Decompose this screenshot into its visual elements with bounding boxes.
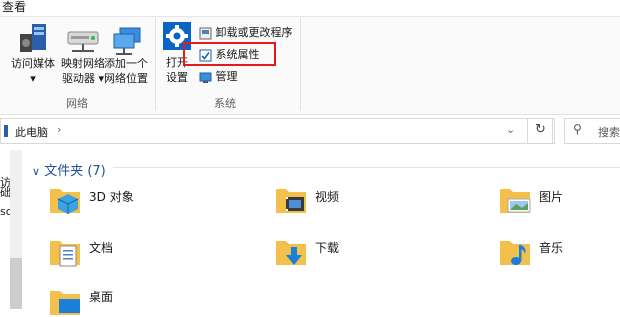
folder-label: 图片 — [539, 190, 564, 204]
folder-label: 3D 对象 — [89, 190, 134, 204]
folder-music[interactable]: 音乐 — [498, 235, 620, 275]
manage-icon — [199, 72, 212, 83]
ribbon-tab-row: 查看 — [0, 0, 620, 17]
map-drive-label-2: 驱动器 ▾ — [61, 72, 105, 85]
documents-icon — [50, 241, 80, 267]
map-network-drive-button[interactable]: 映射网络 驱动器 ▾ — [58, 22, 108, 88]
breadcrumb-pc[interactable]: 此电脑 — [15, 124, 48, 140]
uninstall-icon — [199, 27, 212, 39]
search-placeholder: 搜索 — [598, 126, 620, 139]
network-drive-icon — [67, 31, 99, 52]
add-location-label-1: 添加一个 — [104, 57, 148, 70]
section-header[interactable]: ∨ 文件夹 (7) — [32, 160, 106, 179]
video-icon — [276, 189, 306, 213]
folder-3d-objects[interactable]: 3D 对象 — [48, 183, 208, 223]
refresh-button[interactable]: ↻ — [527, 118, 553, 144]
refresh-icon: ↻ — [535, 122, 546, 137]
folder-desktop[interactable]: 桌面 — [48, 285, 208, 315]
pictures-icon — [500, 189, 531, 213]
manage-button[interactable]: 管理 — [199, 68, 238, 85]
access-media-arrow: ▾ — [30, 72, 36, 85]
address-dropdown-icon[interactable]: ⌄ — [506, 123, 515, 136]
access-media-label: 访问媒体 — [11, 57, 55, 70]
add-network-location-button[interactable]: 添加一个 网络位置 — [102, 22, 150, 88]
add-location-label-2: 网络位置 — [104, 72, 148, 85]
uninstall-label: 卸载或更改程序 — [215, 26, 293, 39]
nav-scrollbar-thumb[interactable] — [10, 258, 22, 309]
network-location-icon — [113, 27, 141, 55]
collapse-chevron-icon: ∨ — [32, 165, 41, 178]
desktop-icon — [50, 291, 80, 315]
tab-view[interactable]: 查看 — [2, 0, 26, 15]
music-icon — [500, 241, 530, 265]
search-box[interactable]: ⚲ 搜索 — [564, 118, 620, 144]
folder-label: 桌面 — [89, 290, 114, 304]
open-settings-label-2: 设置 — [166, 71, 188, 84]
folder-videos[interactable]: 视频 — [274, 183, 434, 223]
group-separator — [155, 18, 156, 110]
uninstall-program-button[interactable]: 卸载或更改程序 — [199, 24, 293, 41]
folder-documents[interactable]: 文档 — [48, 235, 208, 275]
section-divider — [113, 167, 620, 168]
ribbon: 查看 访问媒体 ▾ 映射网络 驱动器 ▾ 添加一个 网络位置 网络 打开 设置 … — [0, 0, 620, 115]
media-server-icon — [20, 24, 46, 52]
access-media-button[interactable]: 访问媒体 ▾ — [8, 22, 58, 88]
folder-label: 音乐 — [539, 241, 564, 255]
breadcrumb-chevron-icon[interactable]: › — [57, 123, 61, 136]
search-icon: ⚲ — [573, 122, 582, 136]
manage-label: 管理 — [215, 70, 238, 83]
section-header-label: 文件夹 (7) — [44, 164, 106, 179]
folder-label: 下载 — [315, 241, 340, 255]
address-bar[interactable]: 此电脑 › ⌄ — [0, 118, 555, 144]
network-group-label: 网络 — [66, 97, 88, 110]
folder-label: 文档 — [89, 241, 114, 255]
3d-objects-icon — [50, 189, 80, 214]
folder-pictures[interactable]: 图片 — [498, 183, 620, 223]
downloads-icon — [276, 241, 306, 265]
system-group-label: 系统 — [214, 97, 236, 110]
folder-label: 视频 — [315, 190, 340, 204]
group-separator-right — [300, 18, 301, 110]
folder-downloads[interactable]: 下载 — [274, 235, 434, 275]
highlight-box — [183, 42, 276, 66]
map-drive-label-1: 映射网络 — [61, 57, 105, 70]
